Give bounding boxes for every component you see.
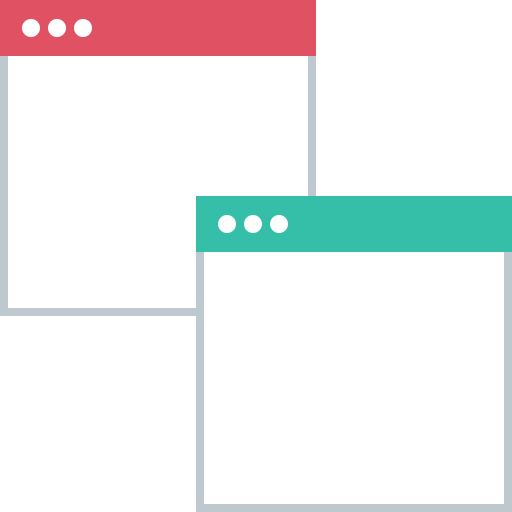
front-window [196, 196, 512, 512]
window-stack-illustration [0, 0, 512, 512]
back-window-titlebar [0, 0, 316, 56]
window-control-dot-icon [244, 215, 262, 233]
window-control-dot-icon [22, 19, 40, 37]
window-control-dot-icon [48, 19, 66, 37]
front-window-titlebar [196, 196, 512, 252]
front-window-content [204, 252, 504, 504]
window-control-dot-icon [74, 19, 92, 37]
window-control-dot-icon [218, 215, 236, 233]
window-control-dot-icon [270, 215, 288, 233]
